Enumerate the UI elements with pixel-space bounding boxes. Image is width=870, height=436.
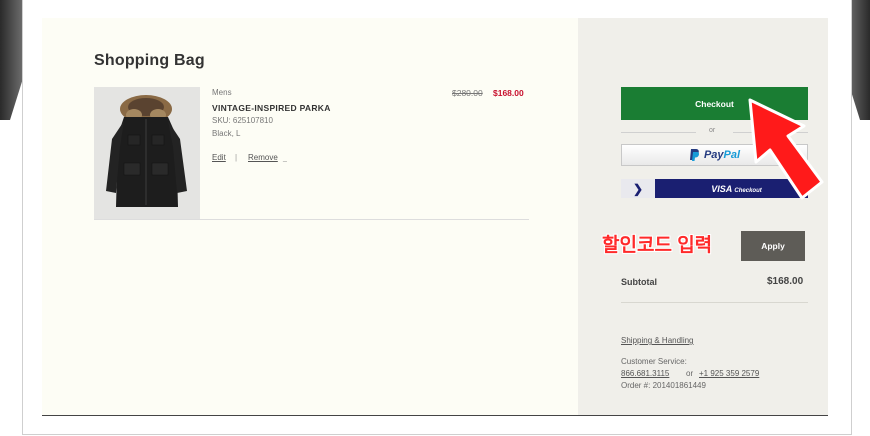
edit-link[interactable]: Edit [212, 153, 226, 162]
phone-or-label: or [686, 369, 694, 378]
product-category: Mens [212, 88, 232, 97]
apply-button[interactable]: Apply [741, 231, 805, 261]
order-number: Order #: 201401861449 [621, 381, 706, 390]
remove-link[interactable]: Remove [248, 153, 278, 162]
remove-caret: _ [283, 155, 287, 162]
link-separator: | [235, 153, 238, 162]
product-sku: SKU: 625107810 [212, 116, 273, 125]
promo-code-annotation: 할인코드 입력 [602, 235, 713, 256]
visa-label: VISA [711, 183, 732, 194]
paypal-label-pal: Pal [723, 149, 741, 161]
customer-service-label: Customer Service: [621, 357, 687, 366]
product-image[interactable] [94, 87, 200, 219]
or-label: or [709, 127, 716, 134]
checkout-sidebar [578, 18, 828, 415]
subtotal-value: $168.00 [767, 276, 804, 287]
sale-price: $168.00 [493, 88, 524, 98]
original-price: $280.00 [452, 88, 483, 98]
paypal-label-pay: Pay [703, 149, 724, 161]
phone-link-primary[interactable]: 866.681.3115 [621, 369, 669, 378]
page-title: Shopping Bag [94, 52, 205, 69]
chevron-right-icon: ❯ [621, 179, 655, 198]
item-divider [94, 219, 529, 220]
shipping-handling-link[interactable]: Shipping & Handling [621, 336, 694, 345]
paypal-wordmark: PayPal [704, 149, 740, 161]
product-variant: Black, L [212, 129, 241, 138]
phone-link-secondary[interactable]: +1 925 359 2579 [699, 369, 759, 378]
subtotal-label: Subtotal [621, 277, 657, 287]
parka-image [94, 87, 200, 219]
product-name[interactable]: VINTAGE-INSPIRED PARKA [212, 103, 331, 113]
or-divider-left [621, 132, 696, 133]
sidebar-divider [621, 302, 808, 303]
paypal-logo-icon [689, 149, 699, 161]
red-arrow-icon [748, 98, 824, 200]
